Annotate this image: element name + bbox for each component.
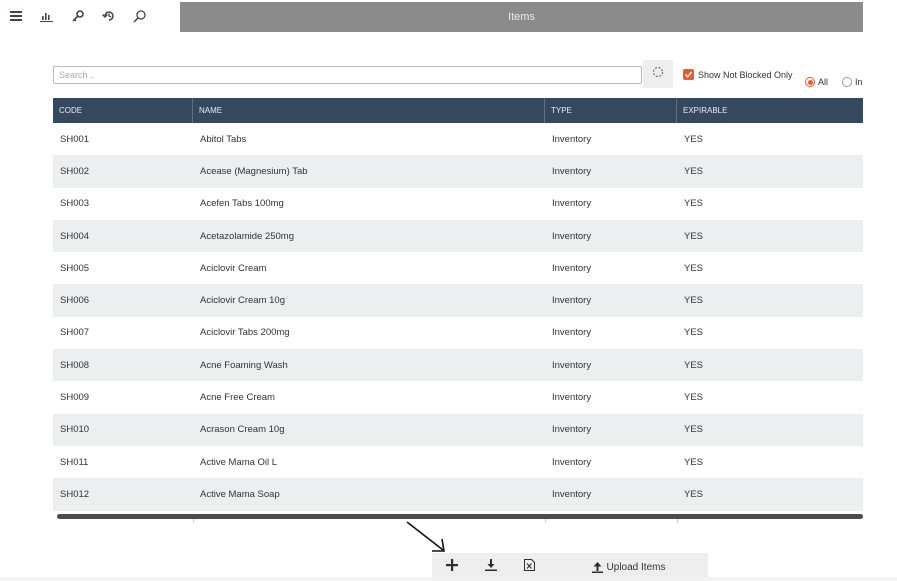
table-row[interactable]: SH004 Acetazolamide 250mg Inventory YES xyxy=(53,219,863,253)
column-divider xyxy=(545,519,546,523)
page-title: Items xyxy=(180,2,863,32)
table-row[interactable]: SH005 Aciclovir Cream Inventory YES xyxy=(53,252,863,285)
cell-name: Active Mama Soap xyxy=(200,488,280,500)
bottom-strip xyxy=(0,577,897,581)
upload-icon xyxy=(591,561,603,573)
menu-icon[interactable] xyxy=(0,0,31,32)
cell-expirable: YES xyxy=(684,488,704,500)
items-table: CODE NAME TYPE EXPIRABLE SH001 Abitol Tab… xyxy=(53,98,863,521)
column-header-name[interactable]: NAME xyxy=(193,98,545,123)
plus-icon xyxy=(445,558,458,576)
cell-code: SH007 xyxy=(60,327,90,339)
table-row[interactable]: SH001 Abitol Tabs Inventory YES xyxy=(53,123,863,156)
table-row[interactable]: SH011 Active Mama Oil L Inventory YES xyxy=(53,445,863,479)
cell-type: Inventory xyxy=(552,295,592,307)
cell-name: Acne Foaming Wash xyxy=(200,359,288,371)
cell-type: Inventory xyxy=(552,359,592,371)
cell-name: Acease (Magnesium) Tab xyxy=(200,165,308,177)
table-row[interactable]: SH002 Acease (Magnesium) Tab Inventory YES xyxy=(53,155,863,188)
radio-unselected-icon xyxy=(842,77,852,87)
cell-name: Abitol Tabs xyxy=(200,133,247,145)
cell-type: Inventory xyxy=(552,327,592,339)
cell-code: SH004 xyxy=(60,230,90,242)
cell-type: Inventory xyxy=(552,488,592,500)
cell-expirable: YES xyxy=(684,165,704,177)
search-icon[interactable] xyxy=(124,0,155,32)
toolbar xyxy=(0,0,180,32)
cell-type: Inventory xyxy=(552,392,592,404)
column-header-type[interactable]: TYPE xyxy=(545,98,677,123)
cell-name: Active Mama Oil L xyxy=(200,456,278,468)
cell-code: SH002 xyxy=(60,165,90,177)
column-divider xyxy=(193,519,194,523)
cell-name: Acrason Cream 10g xyxy=(200,424,285,436)
excel-icon xyxy=(524,558,535,576)
cell-code: SH009 xyxy=(60,392,90,404)
cell-code: SH001 xyxy=(60,133,90,145)
table-body: SH001 Abitol Tabs Inventory YES SH002 Acease… xyxy=(53,123,863,511)
horizontal-scrollbar[interactable] xyxy=(57,514,863,519)
table-header: CODE NAME TYPE EXPIRABLE xyxy=(53,98,863,123)
radio-second-label: In xyxy=(855,77,863,87)
cell-type: Inventory xyxy=(552,198,592,210)
table-row[interactable]: SH007 Aciclovir Tabs 200mg Inventory YES xyxy=(53,316,863,350)
table-row[interactable]: SH009 Acne Free Cream Inventory YES xyxy=(53,381,863,414)
cell-expirable: YES xyxy=(684,424,704,436)
cell-expirable: YES xyxy=(684,392,704,404)
cell-expirable: YES xyxy=(684,295,704,307)
top-bar: Items xyxy=(0,0,863,32)
table-row[interactable]: SH012 Active Mama Soap Inventory YES xyxy=(53,478,863,511)
cell-code: SH012 xyxy=(60,488,90,500)
table-row[interactable]: SH006 Aciclovir Cream 10g Inventory YES xyxy=(53,284,863,317)
cell-code: SH003 xyxy=(60,198,90,210)
cell-type: Inventory xyxy=(552,133,592,145)
show-not-blocked-label: Show Not Blocked Only xyxy=(698,69,793,80)
search-input[interactable] xyxy=(53,66,642,84)
cell-expirable: YES xyxy=(684,327,704,339)
cell-code: SH010 xyxy=(60,424,90,436)
cell-expirable: YES xyxy=(684,198,704,210)
column-divider xyxy=(677,519,678,523)
table-row[interactable]: SH010 Acrason Cream 10g Inventory YES xyxy=(53,413,863,446)
show-not-blocked-checkbox[interactable]: Show Not Blocked Only xyxy=(683,69,793,80)
cell-expirable: YES xyxy=(684,230,704,242)
cell-expirable: YES xyxy=(684,359,704,371)
cell-name: Acefen Tabs 100mg xyxy=(200,198,284,210)
upload-items-label: Upload Items xyxy=(606,561,666,573)
cell-type: Inventory xyxy=(552,165,592,177)
table-row[interactable]: SH008 Acne Foaming Wash Inventory YES xyxy=(53,349,863,382)
cell-name: Acetazolamide 250mg xyxy=(200,230,294,242)
radio-second[interactable]: In xyxy=(842,77,863,87)
table-row[interactable]: SH003 Acefen Tabs 100mg Inventory YES xyxy=(53,187,863,220)
cell-name: Aciclovir Tabs 200mg xyxy=(200,327,290,339)
cell-expirable: YES xyxy=(684,456,704,468)
checkbox-checked-icon xyxy=(683,69,694,80)
cell-name: Aciclovir Cream xyxy=(200,262,267,274)
cell-code: SH008 xyxy=(60,359,90,371)
download-icon xyxy=(484,558,497,576)
radio-all-label: All xyxy=(818,77,829,87)
column-header-code[interactable]: CODE xyxy=(53,98,193,123)
cell-type: Inventory xyxy=(552,230,592,242)
cell-type: Inventory xyxy=(552,262,592,274)
column-header-expirable[interactable]: EXPIRABLE xyxy=(677,98,863,123)
cell-expirable: YES xyxy=(684,133,704,145)
history-icon[interactable] xyxy=(93,0,124,32)
refresh-button[interactable] xyxy=(643,60,673,88)
cell-code: SH006 xyxy=(60,295,90,307)
cell-type: Inventory xyxy=(552,456,592,468)
cell-name: Aciclovir Cream 10g xyxy=(200,295,285,307)
cell-expirable: YES xyxy=(684,262,704,274)
radio-selected-icon xyxy=(805,77,815,87)
cell-code: SH005 xyxy=(60,262,90,274)
bar-chart-icon[interactable] xyxy=(31,0,62,32)
key-icon[interactable] xyxy=(62,0,93,32)
cell-name: Acne Free Cream xyxy=(200,392,275,404)
refresh-icon xyxy=(652,65,664,83)
cell-code: SH011 xyxy=(60,456,89,468)
radio-all[interactable]: All xyxy=(805,77,828,87)
cell-type: Inventory xyxy=(552,424,592,436)
